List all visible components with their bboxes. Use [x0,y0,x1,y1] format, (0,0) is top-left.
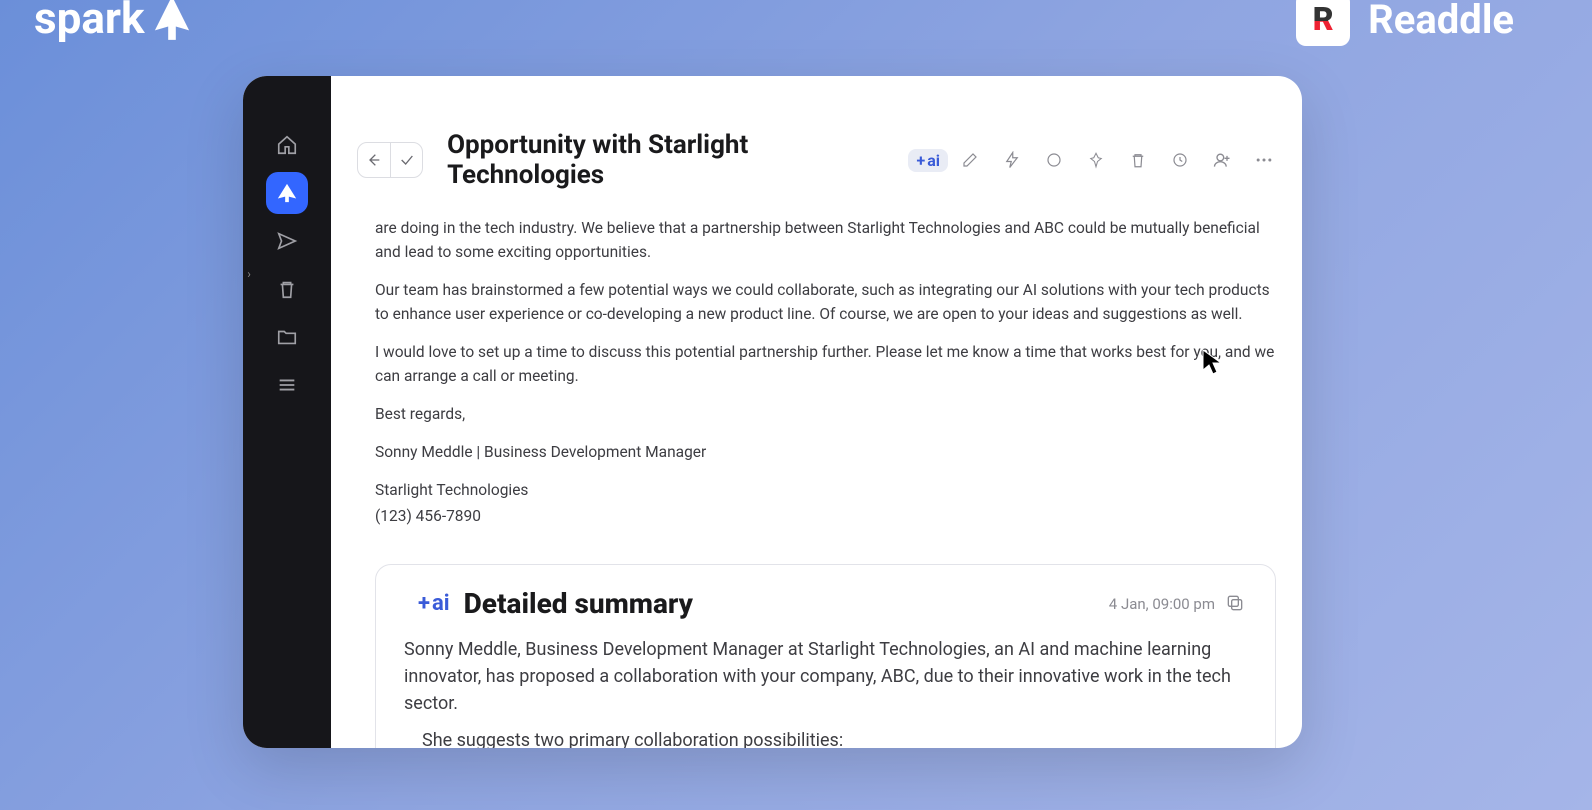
ai-badge-text: ai [927,151,940,170]
send-icon [276,230,298,252]
more-icon [1254,150,1274,170]
pencil-reply-icon [961,151,979,169]
pin-button[interactable] [1084,148,1108,172]
sidebar-item-folders[interactable] [266,316,308,358]
email-paragraph: Our team has brainstormed a few potentia… [375,278,1276,326]
check-icon [399,152,415,168]
sidebar-item-menu[interactable] [266,364,308,406]
inbox-arrow-icon [276,182,298,204]
toolbar [958,148,1276,172]
readdle-badge-icon: R [1296,0,1350,46]
content-pane: Opportunity with Starlight Technologies … [331,76,1302,748]
summary-paragraph: She suggests two primary collaboration p… [404,727,1247,748]
email-body: are doing in the tech industry. We belie… [331,198,1302,542]
app-window: › Oppor [243,76,1302,748]
summary-ai-badge: +ai [418,591,450,616]
sidebar-item-inbox[interactable] [266,172,308,214]
email-signature-name: Sonny Meddle | Business Development Mana… [375,440,1276,464]
more-button[interactable] [1252,148,1276,172]
trash-icon [276,278,298,300]
arrow-left-icon [366,152,382,168]
summary-meta: 4 Jan, 09:00 pm [1109,593,1247,615]
nav-back-button[interactable] [358,143,390,177]
nav-check-button[interactable] [390,143,422,177]
circle-button[interactable] [1042,148,1066,172]
bolt-icon [1003,151,1021,169]
email-paragraph: are doing in the tech industry. We belie… [375,216,1276,264]
summary-timestamp: 4 Jan, 09:00 pm [1109,595,1215,613]
clock-icon [1171,151,1189,169]
sidebar-item-home[interactable] [266,124,308,166]
email-subject: Opportunity with Starlight Technologies [447,130,884,190]
compose-reply-button[interactable] [958,148,982,172]
menu-icon [276,374,298,396]
ai-badge-plus: + [916,151,925,170]
email-signoff: Best regards, [375,402,1276,426]
summary-badge-text: ai [432,591,450,616]
email-signature-company: Starlight Technologies [375,478,1276,502]
spark-arrow-icon [153,0,191,42]
trash-icon [1129,151,1147,169]
email-header: Opportunity with Starlight Technologies … [331,76,1302,198]
summary-header: +ai Detailed summary 4 Jan, 09:00 pm [404,587,1247,620]
circle-icon [1045,151,1063,169]
sidebar: › [243,76,331,748]
readdle-logo-text: Readdle [1368,0,1514,43]
sidebar-expand-icon[interactable]: › [243,264,255,284]
copy-summary-button[interactable] [1225,593,1247,615]
snooze-button[interactable] [1168,148,1192,172]
summary-body: Sonny Meddle, Business Development Manag… [404,636,1247,748]
pin-icon [1087,151,1105,169]
spark-logo: spark [34,0,191,44]
delete-button[interactable] [1126,148,1150,172]
sidebar-item-send[interactable] [266,220,308,262]
spark-logo-text: spark [34,0,145,44]
share-add-button[interactable] [1210,148,1234,172]
summary-badge-plus: + [418,591,430,616]
email-paragraph: I would love to set up a time to discuss… [375,340,1276,388]
summary-title: Detailed summary [464,587,693,620]
summary-paragraph: Sonny Meddle, Business Development Manag… [404,636,1247,717]
person-add-icon [1212,150,1232,170]
folder-icon [276,326,298,348]
nav-group [357,142,423,178]
sidebar-item-trash[interactable] [266,268,308,310]
readdle-logo: R Readdle [1296,0,1514,46]
ai-badge[interactable]: +ai [908,149,948,172]
summary-card: +ai Detailed summary 4 Jan, 09:00 pm Son… [375,564,1276,748]
home-icon [276,134,298,156]
flash-button[interactable] [1000,148,1024,172]
copy-icon [1225,593,1245,613]
email-signature-phone: (123) 456-7890 [375,504,1276,528]
